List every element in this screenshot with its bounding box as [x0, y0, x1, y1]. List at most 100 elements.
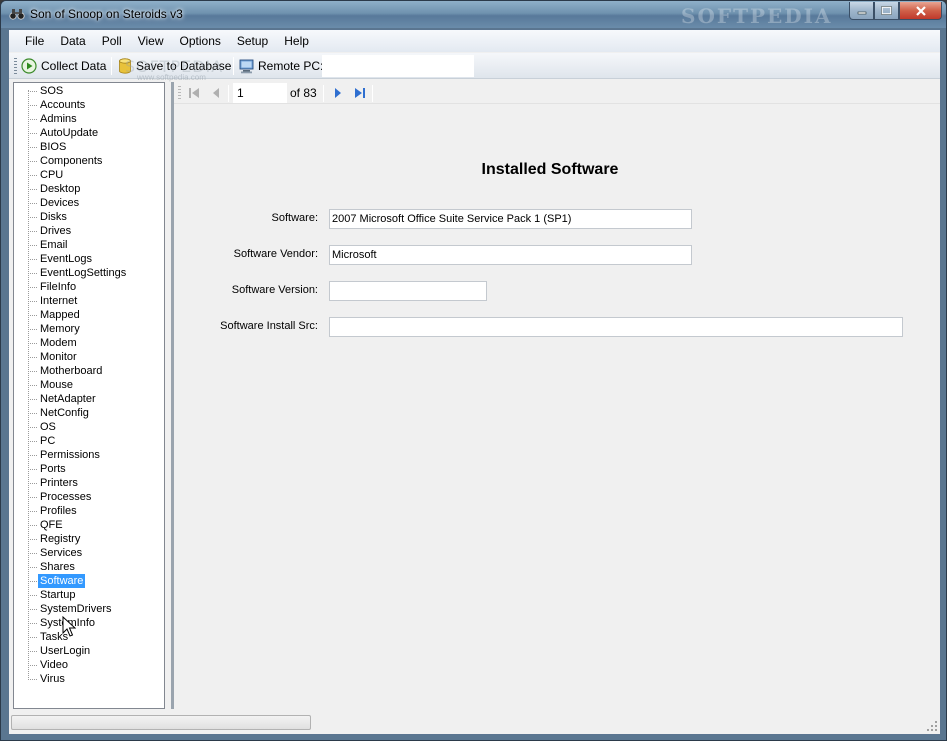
tree-item-systeminfo[interactable]: SystemInfo	[14, 616, 164, 630]
navigator-grip[interactable]	[178, 86, 181, 101]
tree-item-bios[interactable]: BIOS	[14, 140, 164, 154]
menu-file[interactable]: File	[17, 31, 52, 51]
tree-connector	[28, 567, 37, 568]
tree-item-internet[interactable]: Internet	[14, 294, 164, 308]
toolbar-grip[interactable]	[14, 58, 17, 74]
tree-item-startup[interactable]: Startup	[14, 588, 164, 602]
tree-item-virus[interactable]: Virus	[14, 672, 164, 686]
close-button[interactable]	[899, 2, 942, 20]
tree-item-eventlogsettings[interactable]: EventLogSettings	[14, 266, 164, 280]
tree-connector	[28, 385, 37, 386]
tree-item-admins[interactable]: Admins	[14, 112, 164, 126]
software-vendor-field[interactable]: Microsoft	[329, 245, 692, 265]
maximize-button[interactable]	[874, 2, 899, 20]
tree-connector	[28, 679, 37, 680]
tree-item-modem[interactable]: Modem	[14, 336, 164, 350]
tree-item-components[interactable]: Components	[14, 154, 164, 168]
tree-item-label: Software	[38, 574, 86, 588]
tree-item-cpu[interactable]: CPU	[14, 168, 164, 182]
tree-item-netconfig[interactable]: NetConfig	[14, 406, 164, 420]
remote-pc-label-group: Remote PC:	[239, 56, 323, 76]
minimize-button[interactable]	[849, 2, 874, 20]
tree-item-desktop[interactable]: Desktop	[14, 182, 164, 196]
tree-connector	[28, 119, 37, 120]
tree-item-monitor[interactable]: Monitor	[14, 350, 164, 364]
tree-item-permissions[interactable]: Permissions	[14, 448, 164, 462]
tree-item-software[interactable]: Software	[14, 574, 164, 588]
tree-item-devices[interactable]: Devices	[14, 196, 164, 210]
tree-item-memory[interactable]: Memory	[14, 322, 164, 336]
tree-item-label: NetAdapter	[40, 393, 96, 405]
computer-icon	[239, 59, 254, 73]
menu-data[interactable]: Data	[52, 31, 93, 51]
tree-item-printers[interactable]: Printers	[14, 476, 164, 490]
menu-setup[interactable]: Setup	[229, 31, 276, 51]
tree-item-label: Shares	[40, 561, 75, 573]
tree-item-tasks[interactable]: Tasks	[14, 630, 164, 644]
title-bar[interactable]: Son of Snoop on Steroids v3 SOFTPEDIA	[1, 1, 946, 28]
tree-item-label: QFE	[40, 519, 63, 531]
tree-item-motherboard[interactable]: Motherboard	[14, 364, 164, 378]
software-field[interactable]: 2007 Microsoft Office Suite Service Pack…	[329, 209, 692, 229]
menu-poll[interactable]: Poll	[94, 31, 130, 51]
tree-item-sos[interactable]: SOS	[14, 84, 164, 98]
menu-options[interactable]: Options	[172, 31, 229, 51]
tree-item-label: Registry	[40, 533, 81, 545]
tree-item-label: Virus	[40, 673, 65, 685]
tree-item-systemdrivers[interactable]: SystemDrivers	[14, 602, 164, 616]
tree-item-pc[interactable]: PC	[14, 434, 164, 448]
menu-help[interactable]: Help	[276, 31, 317, 51]
tree-item-video[interactable]: Video	[14, 658, 164, 672]
tree-item-services[interactable]: Services	[14, 546, 164, 560]
move-previous-button[interactable]	[208, 85, 224, 101]
tree-item-processes[interactable]: Processes	[14, 490, 164, 504]
tree-item-label: Disks	[40, 211, 67, 223]
tree-item-shares[interactable]: Shares	[14, 560, 164, 574]
tree-item-email[interactable]: Email	[14, 238, 164, 252]
tree-item-autoupdate[interactable]: AutoUpdate	[14, 126, 164, 140]
software-install-src-field[interactable]	[329, 317, 903, 337]
tree-connector	[28, 525, 37, 526]
tree-connector	[28, 217, 37, 218]
tree-item-netadapter[interactable]: NetAdapter	[14, 392, 164, 406]
tree-item-ports[interactable]: Ports	[14, 462, 164, 476]
tree-item-label: Processes	[40, 491, 92, 503]
tree-item-os[interactable]: OS	[14, 420, 164, 434]
tree-connector	[28, 623, 37, 624]
collect-data-button[interactable]: Collect Data	[21, 56, 106, 76]
tree-item-eventlogs[interactable]: EventLogs	[14, 252, 164, 266]
resize-grip-icon[interactable]	[926, 720, 938, 732]
move-next-button[interactable]	[330, 85, 346, 101]
tree-item-drives[interactable]: Drives	[14, 224, 164, 238]
move-last-button[interactable]	[352, 85, 368, 101]
move-first-button[interactable]	[186, 85, 202, 101]
close-icon	[915, 5, 926, 16]
software-version-field[interactable]	[329, 281, 487, 301]
remote-pc-input[interactable]	[322, 55, 474, 77]
menu-bar: File Data Poll View Options Setup Help	[9, 30, 940, 52]
tree-item-accounts[interactable]: Accounts	[14, 98, 164, 112]
tree-item-disks[interactable]: Disks	[14, 210, 164, 224]
tree-item-mapped[interactable]: Mapped	[14, 308, 164, 322]
category-tree[interactable]: SOS Accounts Admins AutoUpdate BIOS Component…	[13, 82, 165, 709]
title-watermark: SOFTPEDIA	[681, 4, 833, 28]
tree-connector	[28, 455, 37, 456]
record-position-input[interactable]	[233, 83, 287, 103]
save-to-database-label: Save to Database	[136, 59, 232, 73]
software-install-src-label: Software Install Src:	[220, 320, 318, 332]
tree-item-fileinfo[interactable]: FileInfo	[14, 280, 164, 294]
play-icon	[21, 58, 37, 74]
tree-item-mouse[interactable]: Mouse	[14, 378, 164, 392]
tree-item-label: UserLogin	[40, 645, 91, 657]
tree-connector	[28, 595, 37, 596]
tree-item-registry[interactable]: Registry	[14, 532, 164, 546]
tree-item-label: Mapped	[40, 309, 80, 321]
navigator-separator	[372, 85, 373, 102]
tree-item-userlogin[interactable]: UserLogin	[14, 644, 164, 658]
tree-item-label: Memory	[40, 323, 80, 335]
menu-view[interactable]: View	[130, 31, 172, 51]
tree-item-label: FileInfo	[40, 281, 77, 293]
tree-item-qfe[interactable]: QFE	[14, 518, 164, 532]
tree-item-profiles[interactable]: Profiles	[14, 504, 164, 518]
tree-item-label: NetConfig	[40, 407, 89, 419]
